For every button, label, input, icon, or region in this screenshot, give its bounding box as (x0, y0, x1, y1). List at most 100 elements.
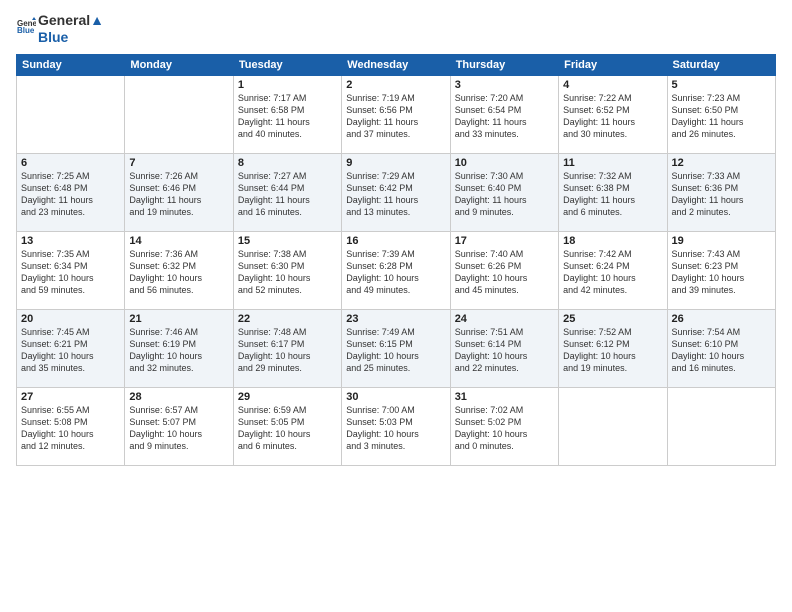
calendar-week-row: 6Sunrise: 7:25 AM Sunset: 6:48 PM Daylig… (17, 153, 776, 231)
day-info: Sunrise: 7:32 AM Sunset: 6:38 PM Dayligh… (563, 170, 662, 219)
day-info: Sunrise: 7:20 AM Sunset: 6:54 PM Dayligh… (455, 92, 554, 141)
calendar-cell: 2Sunrise: 7:19 AM Sunset: 6:56 PM Daylig… (342, 75, 450, 153)
day-number: 3 (455, 79, 554, 91)
calendar-cell (17, 75, 125, 153)
day-number: 15 (238, 235, 337, 247)
calendar-cell: 26Sunrise: 7:54 AM Sunset: 6:10 PM Dayli… (667, 309, 775, 387)
day-number: 12 (672, 157, 771, 169)
day-number: 5 (672, 79, 771, 91)
calendar-table: SundayMondayTuesdayWednesdayThursdayFrid… (16, 54, 776, 466)
calendar-cell: 10Sunrise: 7:30 AM Sunset: 6:40 PM Dayli… (450, 153, 558, 231)
day-info: Sunrise: 7:43 AM Sunset: 6:23 PM Dayligh… (672, 248, 771, 297)
calendar-cell: 9Sunrise: 7:29 AM Sunset: 6:42 PM Daylig… (342, 153, 450, 231)
day-number: 19 (672, 235, 771, 247)
day-info: Sunrise: 7:45 AM Sunset: 6:21 PM Dayligh… (21, 326, 120, 375)
day-info: Sunrise: 7:17 AM Sunset: 6:58 PM Dayligh… (238, 92, 337, 141)
day-number: 9 (346, 157, 445, 169)
calendar-cell: 20Sunrise: 7:45 AM Sunset: 6:21 PM Dayli… (17, 309, 125, 387)
weekday-header-row: SundayMondayTuesdayWednesdayThursdayFrid… (17, 54, 776, 75)
day-number: 29 (238, 391, 337, 403)
day-number: 14 (129, 235, 228, 247)
calendar-cell (667, 387, 775, 465)
calendar-cell: 22Sunrise: 7:48 AM Sunset: 6:17 PM Dayli… (233, 309, 341, 387)
calendar-week-row: 20Sunrise: 7:45 AM Sunset: 6:21 PM Dayli… (17, 309, 776, 387)
day-number: 1 (238, 79, 337, 91)
day-number: 23 (346, 313, 445, 325)
day-info: Sunrise: 7:22 AM Sunset: 6:52 PM Dayligh… (563, 92, 662, 141)
calendar-cell: 4Sunrise: 7:22 AM Sunset: 6:52 PM Daylig… (559, 75, 667, 153)
day-info: Sunrise: 7:00 AM Sunset: 5:03 PM Dayligh… (346, 404, 445, 453)
day-info: Sunrise: 7:19 AM Sunset: 6:56 PM Dayligh… (346, 92, 445, 141)
calendar-cell: 30Sunrise: 7:00 AM Sunset: 5:03 PM Dayli… (342, 387, 450, 465)
calendar-week-row: 13Sunrise: 7:35 AM Sunset: 6:34 PM Dayli… (17, 231, 776, 309)
calendar-cell: 3Sunrise: 7:20 AM Sunset: 6:54 PM Daylig… (450, 75, 558, 153)
day-number: 20 (21, 313, 120, 325)
logo-text-line1: General▲ (38, 12, 104, 29)
day-number: 22 (238, 313, 337, 325)
calendar-cell: 24Sunrise: 7:51 AM Sunset: 6:14 PM Dayli… (450, 309, 558, 387)
day-number: 13 (21, 235, 120, 247)
day-number: 18 (563, 235, 662, 247)
day-info: Sunrise: 6:55 AM Sunset: 5:08 PM Dayligh… (21, 404, 120, 453)
day-info: Sunrise: 7:46 AM Sunset: 6:19 PM Dayligh… (129, 326, 228, 375)
calendar-cell: 14Sunrise: 7:36 AM Sunset: 6:32 PM Dayli… (125, 231, 233, 309)
day-info: Sunrise: 7:27 AM Sunset: 6:44 PM Dayligh… (238, 170, 337, 219)
day-info: Sunrise: 7:38 AM Sunset: 6:30 PM Dayligh… (238, 248, 337, 297)
calendar-cell: 25Sunrise: 7:52 AM Sunset: 6:12 PM Dayli… (559, 309, 667, 387)
calendar-cell: 21Sunrise: 7:46 AM Sunset: 6:19 PM Dayli… (125, 309, 233, 387)
calendar-cell (125, 75, 233, 153)
calendar-week-row: 1Sunrise: 7:17 AM Sunset: 6:58 PM Daylig… (17, 75, 776, 153)
day-info: Sunrise: 7:42 AM Sunset: 6:24 PM Dayligh… (563, 248, 662, 297)
day-info: Sunrise: 7:35 AM Sunset: 6:34 PM Dayligh… (21, 248, 120, 297)
header: General Blue General▲ Blue (16, 12, 776, 46)
day-info: Sunrise: 7:48 AM Sunset: 6:17 PM Dayligh… (238, 326, 337, 375)
svg-text:Blue: Blue (17, 26, 35, 35)
calendar-cell: 5Sunrise: 7:23 AM Sunset: 6:50 PM Daylig… (667, 75, 775, 153)
calendar-cell: 18Sunrise: 7:42 AM Sunset: 6:24 PM Dayli… (559, 231, 667, 309)
day-number: 21 (129, 313, 228, 325)
calendar-cell: 6Sunrise: 7:25 AM Sunset: 6:48 PM Daylig… (17, 153, 125, 231)
weekday-header-saturday: Saturday (667, 54, 775, 75)
calendar-week-row: 27Sunrise: 6:55 AM Sunset: 5:08 PM Dayli… (17, 387, 776, 465)
weekday-header-friday: Friday (559, 54, 667, 75)
day-info: Sunrise: 6:57 AM Sunset: 5:07 PM Dayligh… (129, 404, 228, 453)
day-info: Sunrise: 7:54 AM Sunset: 6:10 PM Dayligh… (672, 326, 771, 375)
weekday-header-monday: Monday (125, 54, 233, 75)
logo: General Blue General▲ Blue (16, 12, 104, 46)
day-info: Sunrise: 7:36 AM Sunset: 6:32 PM Dayligh… (129, 248, 228, 297)
calendar-cell: 29Sunrise: 6:59 AM Sunset: 5:05 PM Dayli… (233, 387, 341, 465)
day-info: Sunrise: 7:29 AM Sunset: 6:42 PM Dayligh… (346, 170, 445, 219)
day-number: 16 (346, 235, 445, 247)
day-info: Sunrise: 7:40 AM Sunset: 6:26 PM Dayligh… (455, 248, 554, 297)
day-number: 6 (21, 157, 120, 169)
calendar-cell: 7Sunrise: 7:26 AM Sunset: 6:46 PM Daylig… (125, 153, 233, 231)
day-info: Sunrise: 7:23 AM Sunset: 6:50 PM Dayligh… (672, 92, 771, 141)
calendar-cell: 31Sunrise: 7:02 AM Sunset: 5:02 PM Dayli… (450, 387, 558, 465)
calendar-cell: 13Sunrise: 7:35 AM Sunset: 6:34 PM Dayli… (17, 231, 125, 309)
day-number: 26 (672, 313, 771, 325)
calendar-cell: 28Sunrise: 6:57 AM Sunset: 5:07 PM Dayli… (125, 387, 233, 465)
day-number: 11 (563, 157, 662, 169)
day-info: Sunrise: 7:26 AM Sunset: 6:46 PM Dayligh… (129, 170, 228, 219)
logo-text-line2: Blue (38, 29, 104, 46)
day-info: Sunrise: 6:59 AM Sunset: 5:05 PM Dayligh… (238, 404, 337, 453)
weekday-header-sunday: Sunday (17, 54, 125, 75)
day-number: 17 (455, 235, 554, 247)
calendar-cell: 11Sunrise: 7:32 AM Sunset: 6:38 PM Dayli… (559, 153, 667, 231)
day-number: 8 (238, 157, 337, 169)
day-number: 28 (129, 391, 228, 403)
day-number: 4 (563, 79, 662, 91)
day-info: Sunrise: 7:49 AM Sunset: 6:15 PM Dayligh… (346, 326, 445, 375)
calendar-page: General Blue General▲ Blue SundayMondayT… (0, 0, 792, 612)
day-info: Sunrise: 7:25 AM Sunset: 6:48 PM Dayligh… (21, 170, 120, 219)
calendar-cell (559, 387, 667, 465)
calendar-cell: 12Sunrise: 7:33 AM Sunset: 6:36 PM Dayli… (667, 153, 775, 231)
weekday-header-tuesday: Tuesday (233, 54, 341, 75)
calendar-cell: 17Sunrise: 7:40 AM Sunset: 6:26 PM Dayli… (450, 231, 558, 309)
day-number: 25 (563, 313, 662, 325)
day-info: Sunrise: 7:02 AM Sunset: 5:02 PM Dayligh… (455, 404, 554, 453)
day-info: Sunrise: 7:33 AM Sunset: 6:36 PM Dayligh… (672, 170, 771, 219)
calendar-cell: 1Sunrise: 7:17 AM Sunset: 6:58 PM Daylig… (233, 75, 341, 153)
day-number: 27 (21, 391, 120, 403)
calendar-cell: 15Sunrise: 7:38 AM Sunset: 6:30 PM Dayli… (233, 231, 341, 309)
